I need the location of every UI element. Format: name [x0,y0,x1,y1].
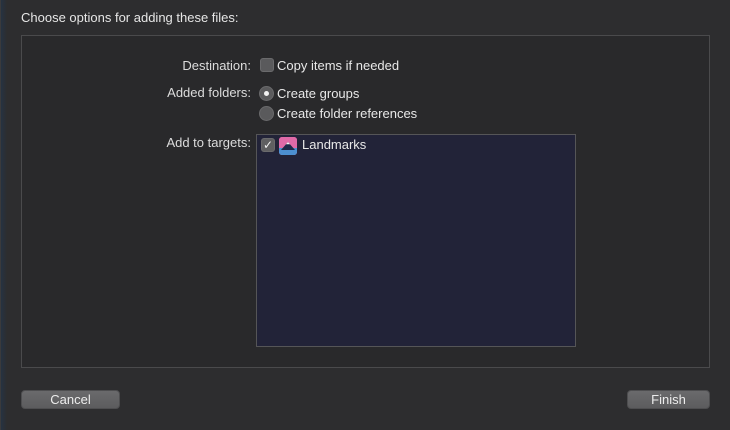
landmarks-target-checkbox[interactable]: ✓ [261,138,275,152]
window-edge-shade [1,0,7,430]
finish-button[interactable]: Finish [627,390,710,409]
copy-items-checkbox[interactable] [260,58,274,72]
target-row-landmarks[interactable]: ✓ Landmarks [257,135,575,157]
checkmark-icon: ✓ [263,138,274,152]
radio-selected-dot [264,91,269,96]
add-files-dialog: Choose options for adding these files: D… [0,0,730,430]
options-panel: Destination: Copy items if needed Added … [21,35,710,368]
create-folder-references-radio[interactable] [259,106,274,121]
targets-list[interactable]: ✓ Landmarks [256,134,576,347]
add-to-targets-label: Add to targets: [166,135,251,150]
dialog-title: Choose options for adding these files: [21,10,239,25]
create-groups-radio[interactable] [259,86,274,101]
create-groups-label[interactable]: Create groups [277,86,359,101]
destination-label: Destination: [182,58,251,73]
copy-items-label[interactable]: Copy items if needed [277,58,399,73]
landmarks-app-icon [279,137,297,155]
landmarks-target-label[interactable]: Landmarks [302,137,366,152]
cancel-button[interactable]: Cancel [21,390,120,409]
added-folders-label: Added folders: [167,85,251,100]
mountain-icon [279,137,297,155]
create-folder-references-label[interactable]: Create folder references [277,106,417,121]
